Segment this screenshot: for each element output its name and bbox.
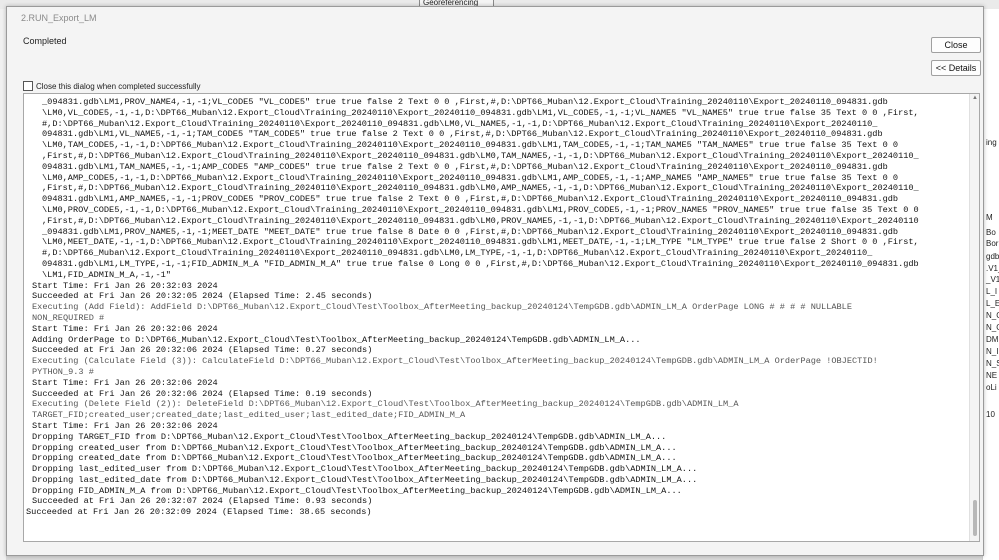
log-line: Start Time: Fri Jan 26 20:32:06 2024 [32,420,218,431]
log-line: 094831.gdb\LM1,AMP_NAME5,-1,-1;PROV_CODE… [42,194,899,205]
background-text-fragment: M [986,213,993,222]
log-line: Dropping last_edited_date from D:\DPT66_… [32,474,698,485]
log-line: 094831.gdb\LM1,LM_TYPE,-1,-1;FID_ADMIN_M… [42,258,919,269]
log-line: Start Time: Fri Jan 26 20:32:03 2024 [32,280,218,291]
background-right-panel: ing M Bo Bor gdb .V1_ _V1 L_I L_Ex N_C N_O DM N_IN N_… [982,9,999,560]
log-line: Executing (Delete Field (2)): DeleteFiel… [32,399,739,410]
details-toggle-button[interactable]: << Details [931,60,981,76]
log-line: ,First,#,D:\DPT66_Muban\12.Export_Cloud\… [42,150,919,161]
close-on-complete-checkbox[interactable] [23,81,33,91]
background-text-fragment: N_C [986,311,999,320]
log-line: Executing (Calculate Field (3)): Calcula… [32,356,878,367]
background-text-fragment: gdb [986,252,999,261]
log-line: 094831.gdb\LM1,TAM_NAME5,-1,-1;AMP_CODE5… [42,161,888,172]
background-text-fragment: N_S [986,359,999,368]
log-line: Dropping last_edited_user from D:\DPT66_… [32,464,698,475]
log-scrollbar[interactable]: ▲ [969,94,979,541]
geoprocessing-dialog: 2.RUN_Export_LM Completed Close << Detai… [6,6,984,556]
log-line: \LM1,FID_ADMIN_M_A,-1,-1" [42,269,171,280]
background-text-fragment: ing [986,138,997,147]
log-line: NON_REQUIRED # [32,312,105,323]
background-text-fragment: 10 [986,410,995,419]
background-text-fragment: .V1_ [986,264,999,273]
log-panel[interactable]: _094831.gdb\LM1,PROV_NAME4,-1,-1;VL_CODE… [23,93,980,542]
log-line: ,First,#,D:\DPT66_Muban\12.Export_Cloud\… [42,215,919,226]
log-line: TARGET_FID;created_user;created_date;las… [32,410,466,421]
log-line: \LM0,PROV_CODE5,-1,-1,D:\DPT66_Muban\12.… [42,204,919,215]
background-text-fragment: Bor [986,239,999,248]
background-text-fragment: N_IN [986,347,999,356]
log-line: Executing (Add Field): AddField D:\DPT66… [32,302,852,313]
log-line: Start Time: Fri Jan 26 20:32:06 2024 [32,377,218,388]
log-line: Succeeded at Fri Jan 26 20:32:07 2024 (E… [32,496,373,507]
log-line: #,D:\DPT66_Muban\12.Export_Cloud\Trainin… [42,118,878,129]
log-line: Succeeded at Fri Jan 26 20:32:09 2024 (E… [26,507,372,518]
background-text-fragment: Bo [986,228,996,237]
log-line: Succeeded at Fri Jan 26 20:32:06 2024 (E… [32,388,373,399]
status-text: Completed [23,36,67,46]
log-line: PYTHON_9.3 # [32,366,94,377]
scrollbar-thumb[interactable] [973,500,977,536]
close-on-complete-label: Close this dialog when completed success… [36,81,201,91]
dialog-title: 2.RUN_Export_LM [7,7,983,29]
background-text-fragment: oLi [986,383,997,392]
log-line: \LM0,MEET_DATE,-1,-1,D:\DPT66_Muban\12.E… [42,237,919,248]
log-line: Start Time: Fri Jan 26 20:32:06 2024 [32,323,218,334]
log-line: Succeeded at Fri Jan 26 20:32:06 2024 (E… [32,345,373,356]
log-line: 094831.gdb\LM1,VL_NAME5,-1,-1;TAM_CODE5 … [42,129,883,140]
log-line: #,D:\DPT66_Muban\12.Export_Cloud\Trainin… [42,248,873,259]
log-line: ,First,#,D:\DPT66_Muban\12.Export_Cloud\… [42,183,919,194]
background-text-fragment: NE [986,371,998,380]
background-text-fragment: L_Ex [986,299,999,308]
close-on-complete-option[interactable]: Close this dialog when completed success… [23,80,201,92]
log-line: _094831.gdb\LM1,PROV_NAME4,-1,-1;VL_CODE… [42,97,888,107]
log-text: _094831.gdb\LM1,PROV_NAME4,-1,-1;VL_CODE… [26,97,967,518]
log-line: Succeeded at Fri Jan 26 20:32:05 2024 (E… [32,291,373,302]
log-line: Adding OrderPage to D:\DPT66_Muban\12.Ex… [32,334,641,345]
background-text-fragment: DM [986,335,999,344]
close-button[interactable]: Close [931,37,981,53]
log-line: _094831.gdb\LM1,PROV_NAME5,-1,-1;MEET_DA… [42,226,899,237]
background-text-fragment: _V1 [986,275,999,284]
log-line: Dropping TARGET_FID from D:\DPT66_Muban\… [32,431,667,442]
log-line: \LM0,AMP_CODE5,-1,-1,D:\DPT66_Muban\12.E… [42,172,899,183]
log-line: \LM0,TAM_CODE5,-1,-1,D:\DPT66_Muban\12.E… [42,140,899,151]
background-text-fragment: N_O [986,323,999,332]
log-line: \LM0,VL_CODE5,-1,-1,D:\DPT66_Muban\12.Ex… [42,107,919,118]
scroll-up-arrow-icon[interactable]: ▲ [972,95,978,101]
log-line: Dropping created_date from D:\DPT66_Muba… [32,453,677,464]
background-text-fragment: L_I [986,287,998,296]
log-line: Dropping FID_ADMIN_M_A from D:\DPT66_Mub… [32,485,682,496]
log-line: Dropping created_user from D:\DPT66_Muba… [32,442,677,453]
